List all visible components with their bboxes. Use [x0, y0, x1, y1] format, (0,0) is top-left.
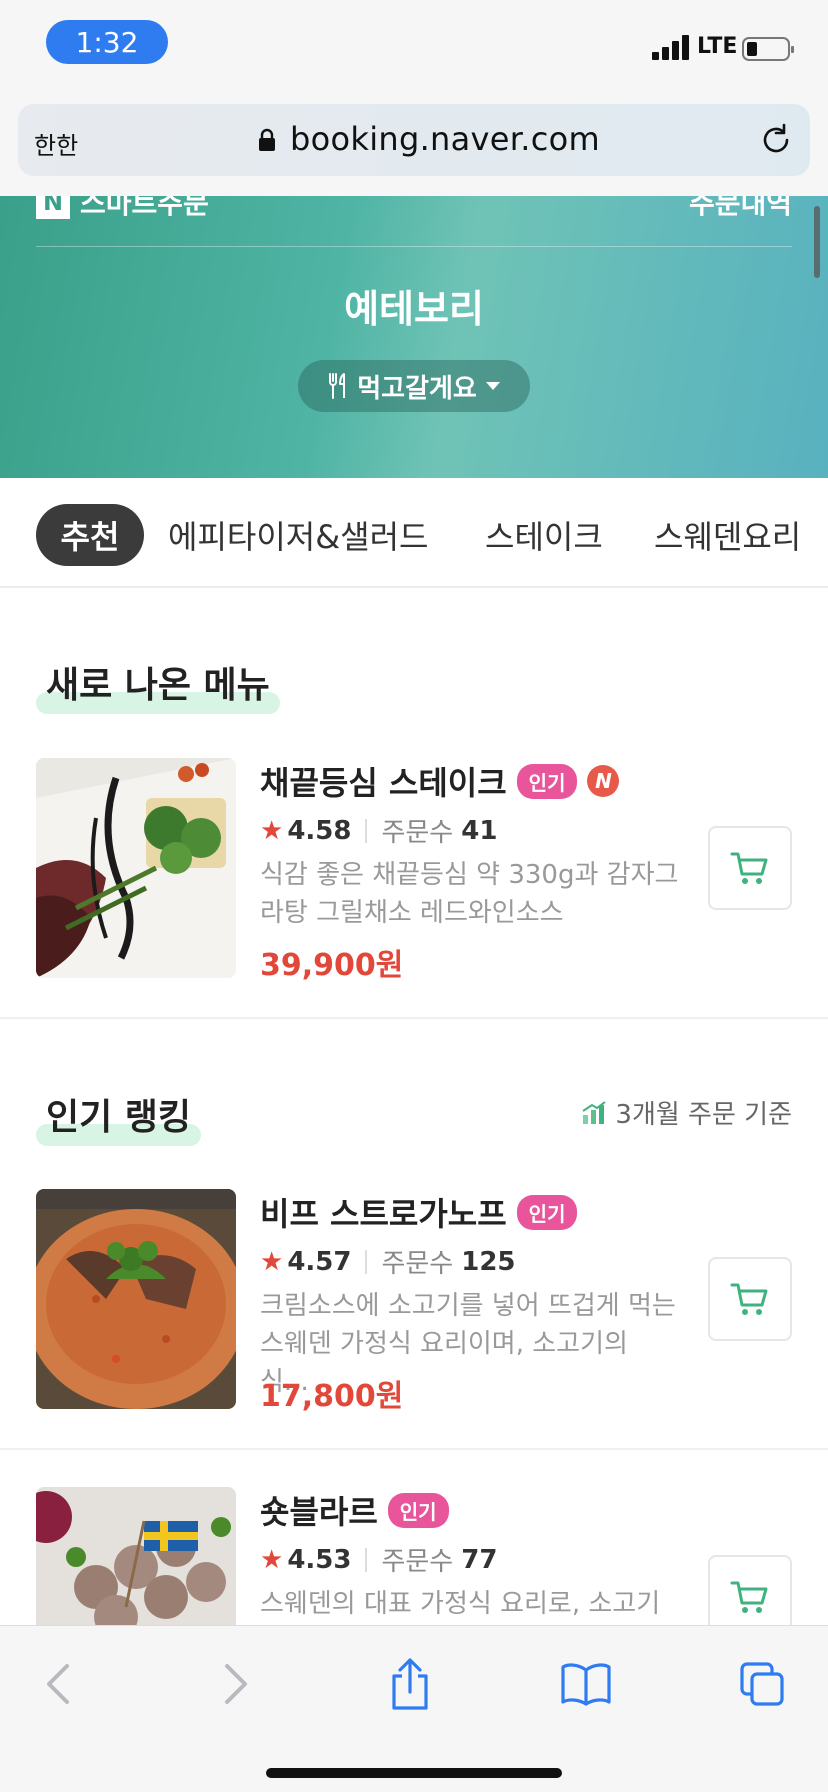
address-bar[interactable]: 한한 booking.naver.com: [18, 104, 810, 176]
shop-header: N 스마트주문 주문내역 예테보리 먹고갈게요: [0, 196, 828, 478]
tab-recommended[interactable]: 추천: [36, 504, 144, 566]
back-button[interactable]: [28, 1654, 88, 1714]
home-indicator[interactable]: [266, 1768, 562, 1778]
menu-item-rating: 4.58: [287, 815, 352, 846]
brand-label: 스마트주문: [80, 196, 209, 220]
order-count: 125: [461, 1246, 516, 1277]
tab-steak[interactable]: 스테이크: [485, 504, 603, 566]
bookmarks-button[interactable]: [556, 1654, 616, 1714]
item-divider: [0, 1448, 828, 1450]
chevron-left-icon: [47, 1664, 69, 1704]
menu-item[interactable]: 비프 스트로가노프 인기 ★ 4.57 주문수 125 크림소스에 소고기를 넣…: [0, 1189, 828, 1419]
menu-item-name: 비프 스트로가노프: [260, 1195, 507, 1233]
menu-item-meta: ★ 4.58 주문수 41: [260, 812, 497, 849]
new-badge-icon: N: [587, 765, 620, 797]
tabs-icon: [740, 1662, 784, 1706]
order-count: 41: [461, 815, 498, 846]
popular-badge: 인기: [516, 1194, 578, 1230]
url-text[interactable]: booking.naver.com: [290, 120, 600, 158]
star-icon: ★: [260, 815, 284, 846]
menu-item-title[interactable]: 비프 스트로가노프 인기: [260, 1189, 578, 1235]
status-time: 1:32: [46, 20, 168, 64]
menu-item-description: 스웨덴의 대표 가정식 요리로, 소고기와: [260, 1585, 680, 1625]
new-menu-heading: 새로 나온 메뉴: [36, 656, 280, 714]
lock-icon: [259, 128, 275, 151]
menu-item-photo[interactable]: [36, 1189, 236, 1409]
menu-item-name: 숏블라르: [260, 1493, 378, 1531]
reader-options-button[interactable]: 한한: [34, 126, 78, 161]
order-count-label: 주문수: [381, 1249, 454, 1279]
popular-badge: 인기: [387, 1492, 449, 1528]
popular-badge: 인기: [516, 763, 578, 799]
reload-icon[interactable]: [758, 122, 794, 158]
order-count-label: 주문수: [381, 1547, 454, 1577]
ranking-heading: 인기 랭킹: [36, 1088, 202, 1146]
meta-divider: [365, 1547, 368, 1572]
book-icon: [561, 1663, 611, 1706]
order-count-label: 주문수: [381, 818, 454, 848]
header-divider: [36, 246, 792, 247]
menu-item-title[interactable]: 채끝등심 스테이크 인기 N: [260, 758, 620, 804]
menu-item-title[interactable]: 숏블라르 인기: [260, 1487, 449, 1533]
forward-button[interactable]: [206, 1654, 266, 1714]
menu-item-photo[interactable]: [36, 1487, 236, 1625]
tab-appetizer-salad[interactable]: 에피타이저&샐러드: [168, 504, 428, 566]
menu-item-meta: ★ 4.53 주문수 77: [260, 1541, 497, 1578]
add-to-cart-button[interactable]: [708, 1555, 792, 1625]
share-button[interactable]: [380, 1654, 440, 1714]
star-icon: ★: [260, 1246, 284, 1277]
category-tabs: 추천 에피타이저&샐러드 스테이크 스웨덴요리: [0, 478, 828, 588]
menu-item-meta: ★ 4.57 주문수 125: [260, 1243, 516, 1280]
menu-item-price: 17,800원: [260, 1379, 404, 1414]
description-line: 식감 좋은 채끝등심 약 330g과 감자그: [260, 860, 679, 890]
battery-icon: [742, 37, 794, 61]
order-history-link[interactable]: 주문내역: [689, 196, 792, 222]
menu-item-description: 식감 좋은 채끝등심 약 330g과 감자그 라탕 그릴채소 레드와인소스: [260, 856, 680, 932]
browser-toolbar: [0, 1625, 828, 1792]
utensils-icon: [329, 373, 346, 399]
ranking-basis-text: 3개월 주문 기준: [615, 1100, 792, 1130]
cart-icon: [730, 852, 768, 884]
caret-down-icon: [485, 382, 500, 390]
order-count: 77: [461, 1544, 498, 1575]
description-line: 크림소스에 소고기를 넣어 뜨겁게 먹는: [260, 1291, 676, 1321]
naver-logo-icon: N: [36, 196, 70, 219]
menu-item[interactable]: 채끝등심 스테이크 인기 N ★ 4.58 주문수 41 식감 좋은 채끝등심 …: [0, 758, 828, 988]
menu-item-rating: 4.53: [287, 1544, 352, 1575]
menu-item[interactable]: 숏블라르 인기 ★ 4.53 주문수 77 스웨덴의 대표 가정식 요리로, 소…: [0, 1487, 828, 1625]
bar-chart-icon: [582, 1100, 607, 1124]
smart-order-brand[interactable]: N 스마트주문: [36, 196, 209, 222]
dine-mode-dropdown[interactable]: 먹고갈게요: [298, 360, 530, 412]
shop-name: 예테보리: [344, 287, 484, 331]
network-label: LTE: [697, 34, 738, 59]
menu-item-rating: 4.57: [287, 1246, 352, 1277]
meta-divider: [365, 818, 368, 843]
menu-item-photo[interactable]: [36, 758, 236, 978]
menu-item-price: 39,900원: [260, 948, 404, 983]
page-scrollbar[interactable]: [814, 206, 820, 278]
cart-icon: [730, 1283, 768, 1315]
description-line: 라탕 그릴채소 레드와인소스: [260, 898, 564, 928]
ranking-basis: 3개월 주문 기준: [581, 1094, 792, 1131]
status-bar: 1:32 LTE: [0, 0, 828, 100]
chevron-right-icon: [225, 1664, 247, 1704]
section-divider: [0, 1017, 828, 1019]
signal-icon: [652, 34, 692, 60]
description-line: 스웨덴의 대표 가정식 요리로, 소고기와: [260, 1589, 661, 1619]
star-icon: ★: [260, 1544, 284, 1575]
browser-address-area: 한한 booking.naver.com: [0, 100, 828, 196]
dine-mode-label: 먹고갈게요: [357, 373, 477, 404]
cart-icon: [730, 1581, 768, 1613]
share-icon: [392, 1658, 428, 1710]
meta-divider: [365, 1249, 368, 1274]
tab-swedish-food[interactable]: 스웨덴요리: [654, 504, 801, 566]
add-to-cart-button[interactable]: [708, 826, 792, 910]
add-to-cart-button[interactable]: [708, 1257, 792, 1341]
tabs-button[interactable]: [732, 1654, 792, 1714]
menu-item-name: 채끝등심 스테이크: [260, 764, 507, 802]
